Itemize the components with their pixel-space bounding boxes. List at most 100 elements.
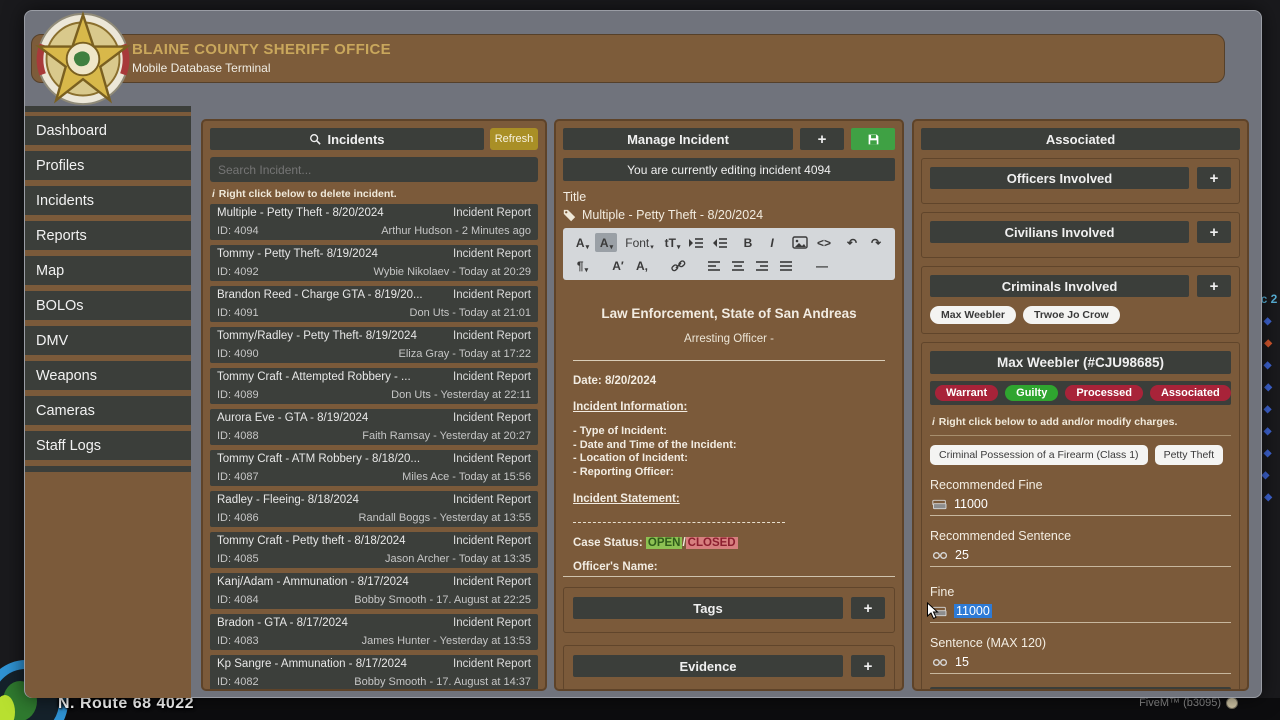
font-family-dropdown[interactable]: Font▾ <box>619 233 659 252</box>
incident-row[interactable]: Tommy/Radley - Petty Theft- 8/19/2024 In… <box>210 327 538 363</box>
outdent-icon[interactable] <box>709 233 731 252</box>
font-size-icon[interactable]: tT▾ <box>661 233 683 252</box>
incident-meta: James Hunter - Yesterday at 13:53 <box>362 635 531 647</box>
civilians-involved-section: Civilians Involved + <box>921 212 1240 258</box>
document-info-list: - Type of Incident: - Date and Time of t… <box>573 425 885 479</box>
incident-meta: Bobby Smooth - 17. August at 14:37 <box>354 676 531 688</box>
sidebar-item[interactable]: BOLOs <box>25 291 191 320</box>
criminal-chip[interactable]: Trwoe Jo Crow <box>1023 306 1120 324</box>
watermark-text: FiveM™ (b3095) <box>1139 697 1221 709</box>
incident-type: Incident Report <box>453 207 531 219</box>
status-badge[interactable]: Associated <box>1150 385 1231 401</box>
align-right-icon[interactable] <box>751 256 773 275</box>
incident-id: ID: 4088 <box>217 430 259 442</box>
sidebar-item-label: Reports <box>36 228 87 244</box>
incident-type: Incident Report <box>453 330 531 342</box>
document-statement-heading: Incident Statement: <box>573 493 885 505</box>
status-badge[interactable]: Processed <box>1065 385 1143 401</box>
officers-involved-header: Officers Involved <box>930 167 1189 189</box>
undo-icon[interactable]: ↶ <box>841 233 863 252</box>
incident-type: Incident Report <box>453 248 531 260</box>
document-case-status: Case Status: OPEN/CLOSED <box>573 537 885 549</box>
add-officer-button[interactable]: + <box>1197 167 1231 189</box>
subscript-icon[interactable]: A, <box>631 256 653 275</box>
sidebar-item[interactable]: Incidents <box>25 186 191 215</box>
sidebar-item[interactable]: Weapons <box>25 361 191 390</box>
redo-icon[interactable]: ↷ <box>865 233 887 252</box>
document-info-heading: Incident Information: <box>573 401 885 413</box>
tags-header: Tags <box>573 597 843 619</box>
image-icon[interactable] <box>789 233 811 252</box>
incident-id: ID: 4087 <box>217 471 259 483</box>
incident-row[interactable]: Multiple - Petty Theft - 8/20/2024 Incid… <box>210 204 538 240</box>
sidebar-item-label: Staff Logs <box>36 438 101 454</box>
incident-row[interactable]: Tommy Craft - Attempted Robbery - ... In… <box>210 368 538 404</box>
document-info-item: - Reporting Officer: <box>573 466 885 480</box>
incident-row[interactable]: Radley - Fleeing- 8/18/2024 Incident Rep… <box>210 491 538 527</box>
add-criminal-button[interactable]: + <box>1197 275 1231 297</box>
sidebar-item[interactable]: Cameras <box>25 396 191 425</box>
italic-button[interactable]: I <box>761 233 783 252</box>
sentence-input[interactable]: 15 <box>930 653 1231 674</box>
sidebar-item[interactable]: Reports <box>25 221 191 250</box>
save-incident-button[interactable] <box>851 128 895 150</box>
search-incident-input[interactable] <box>210 157 538 182</box>
sidebar-item[interactable]: Map <box>25 256 191 285</box>
civilians-involved-header: Civilians Involved <box>930 221 1189 243</box>
align-center-icon[interactable] <box>727 256 749 275</box>
incident-id: ID: 4082 <box>217 676 259 688</box>
incident-meta: Jason Archer - Today at 13:35 <box>385 553 531 565</box>
add-tag-button[interactable]: + <box>851 597 885 619</box>
charges-hint-text: Right click below to add and/or modify c… <box>939 416 1178 428</box>
incident-title-input[interactable]: Multiple - Petty Theft - 8/20/2024 <box>563 208 895 222</box>
indent-icon[interactable] <box>685 233 707 252</box>
sidebar-item[interactable]: DMV <box>25 326 191 355</box>
sidebar-item[interactable]: Staff Logs <box>25 431 191 460</box>
add-evidence-button[interactable]: + <box>851 655 885 677</box>
incident-row[interactable]: Bradon - GTA - 8/17/2024 Incident Report… <box>210 614 538 650</box>
incident-row[interactable]: Tommy Craft - Petty theft - 8/18/2024 In… <box>210 532 538 568</box>
recommended-sentence-label: Recommended Sentence <box>930 529 1231 543</box>
incident-row[interactable]: Aurora Eve - GTA - 8/19/2024 Incident Re… <box>210 409 538 445</box>
highlight-color-icon[interactable]: A▾ <box>595 233 617 252</box>
refresh-button[interactable]: Refresh <box>490 128 538 150</box>
incident-title: Tommy Craft - Petty theft - 8/18/2024 <box>217 535 406 547</box>
player-blip-icon: ◆ <box>1262 470 1270 481</box>
add-civilian-button[interactable]: + <box>1197 221 1231 243</box>
jail-button[interactable]: Jail <box>930 687 1231 691</box>
money-icon <box>932 499 947 510</box>
incident-row[interactable]: Tommy Craft - ATM Robbery - 8/18/20... I… <box>210 450 538 486</box>
player-blip-icon: ◆ <box>1264 492 1272 503</box>
bold-button[interactable]: B <box>737 233 759 252</box>
sidebar-item[interactable]: Profiles <box>25 151 191 180</box>
incident-list: Multiple - Petty Theft - 8/20/2024 Incid… <box>210 204 538 691</box>
align-justify-icon[interactable] <box>775 256 797 275</box>
fine-input[interactable]: 11000 <box>930 602 1231 623</box>
new-incident-button[interactable]: + <box>800 128 844 150</box>
incident-id: ID: 4086 <box>217 512 259 524</box>
sidebar-item[interactable]: Dashboard <box>25 116 191 145</box>
horizontal-rule-icon[interactable]: — <box>811 256 833 275</box>
incident-row[interactable]: Kp Sangre - Ammunation - 8/17/2024 Incid… <box>210 655 538 691</box>
incident-row[interactable]: Tommy - Petty Theft- 8/19/2024 Incident … <box>210 245 538 281</box>
charge-chip[interactable]: Petty Theft <box>1155 445 1224 465</box>
text-color-icon[interactable]: A▾ <box>571 233 593 252</box>
incident-id: ID: 4090 <box>217 348 259 360</box>
charge-chip[interactable]: Criminal Possession of a Firearm (Class … <box>930 445 1148 465</box>
link-icon[interactable] <box>667 256 689 275</box>
criminal-card: Max Weebler (#CJU98685) Warrant Guilty P… <box>921 342 1240 691</box>
incident-meta: Don Uts - Today at 21:01 <box>410 307 531 319</box>
recommended-fine-label: Recommended Fine <box>930 478 1231 492</box>
paragraph-style-icon[interactable]: ¶▾ <box>571 256 593 275</box>
incident-document-editor[interactable]: Law Enforcement, State of San Andreas Ar… <box>563 280 895 577</box>
status-badge[interactable]: Guilty <box>1005 385 1058 401</box>
incident-row[interactable]: Kanj/Adam - Ammunation - 8/17/2024 Incid… <box>210 573 538 609</box>
code-icon[interactable]: <> <box>813 233 835 252</box>
status-badge[interactable]: Warrant <box>935 385 998 401</box>
document-info-item: - Date and Time of the Incident: <box>573 439 885 453</box>
incident-row[interactable]: Brandon Reed - Charge GTA - 8/19/20... I… <box>210 286 538 322</box>
align-left-icon[interactable] <box>703 256 725 275</box>
player-blip-icon: ◆ <box>1264 360 1272 371</box>
criminal-chip[interactable]: Max Weebler <box>930 306 1016 324</box>
superscript-icon[interactable]: A′ <box>607 256 629 275</box>
